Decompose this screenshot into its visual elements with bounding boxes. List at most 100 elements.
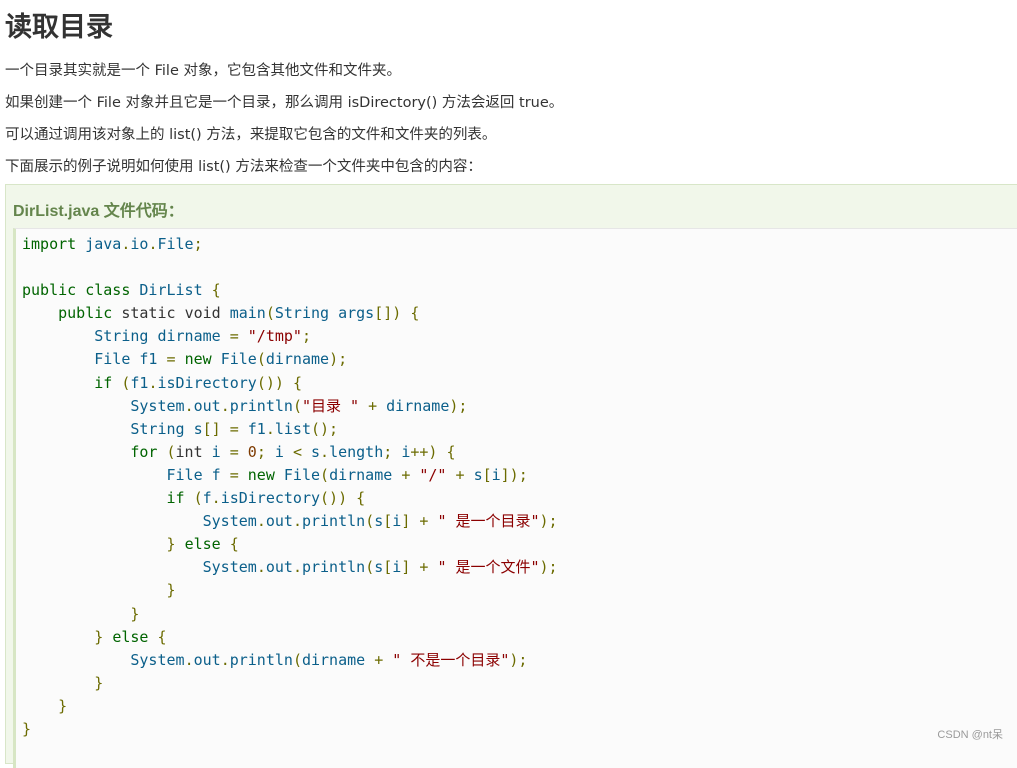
code-token: f1: [247, 419, 266, 438]
code-token: }: [166, 581, 176, 600]
code-token: File: [220, 350, 257, 369]
code-line: System.out.println(s[i] + " 是一个文件");: [22, 556, 558, 579]
code-token: .: [184, 650, 194, 669]
code-token: {: [157, 627, 167, 646]
code-token: else: [184, 535, 221, 554]
code-token: io: [130, 235, 149, 253]
code-token: dirname: [157, 327, 221, 346]
code-token: dirname: [265, 350, 330, 369]
intro-paragraph-1: 一个目录其实就是一个 File 对象，它包含其他文件和文件夹。: [5, 63, 401, 79]
code-token: .: [211, 489, 221, 508]
code-token: s: [311, 442, 321, 461]
code-token: i: [392, 512, 402, 531]
code-token: static: [121, 304, 176, 323]
code-token: System: [202, 512, 257, 531]
intro-paragraph-4: 下面展示的例子说明如何使用 list() 方法来检查一个文件夹中包含的内容：: [5, 159, 482, 175]
code-line: }: [22, 672, 558, 695]
code-token: File: [283, 465, 321, 484]
code-token: );: [449, 396, 468, 415]
example-box: DirList.java 文件代码： import java.io.File; …: [5, 184, 1017, 768]
code-token: ();: [311, 419, 339, 438]
code-token: ()): [320, 489, 348, 508]
code-token: " 是一个目录": [437, 512, 540, 531]
code-token: {: [211, 281, 221, 300]
code-token: s: [473, 465, 483, 484]
code-line: System.out.println("目录 " + dirname);: [22, 395, 558, 418]
code-token: public: [22, 281, 77, 300]
code-line: if (f.isDirectory()) {: [22, 487, 558, 510]
code-token: +: [455, 465, 465, 484]
code-token: if: [94, 373, 113, 392]
code-token: isDirectory: [220, 489, 321, 508]
code-token: ;: [193, 235, 203, 253]
code-line: String dirname = "/tmp";: [22, 325, 558, 348]
code-token: System: [130, 396, 185, 415]
code-token: File: [94, 350, 131, 369]
code-line: String s[] = f1.list();: [22, 418, 558, 441]
code-token: if: [166, 489, 185, 508]
code-token: println: [301, 558, 366, 577]
code-token: dirname: [329, 465, 393, 484]
code-token: <: [292, 442, 302, 461]
code-line: System.out.println(s[i] + " 是一个目录");: [22, 510, 558, 533]
code-token: s: [374, 512, 384, 531]
code-line: }: [22, 718, 558, 741]
code-token: f1: [130, 373, 149, 392]
code-token: .: [320, 442, 330, 461]
code-token: ++): [410, 442, 438, 461]
code-token: .: [256, 512, 266, 531]
code-token: .: [292, 558, 302, 577]
code-token: for: [130, 442, 158, 461]
code-line: import java.io.File;: [22, 233, 558, 256]
code-block[interactable]: import java.io.File; public class DirLis…: [13, 228, 1017, 768]
code-token: "/": [419, 465, 447, 484]
code-token: =: [229, 419, 239, 438]
code-token: "/tmp": [247, 327, 302, 346]
code-token: println: [229, 396, 293, 415]
code-token: .: [256, 558, 266, 577]
intro-paragraph-2: 如果创建一个 File 对象并且它是一个目录，那么调用 isDirectory(…: [5, 95, 564, 111]
code-token: }: [166, 535, 176, 554]
code-token: {: [446, 442, 456, 461]
code-token: {: [292, 373, 302, 392]
code-token: }: [94, 673, 104, 692]
code-token: .: [292, 512, 302, 531]
code-token: File: [166, 465, 203, 484]
code-line: File f1 = new File(dirname);: [22, 348, 558, 371]
code-line: File f = new File(dirname + "/" + s[i]);: [22, 464, 558, 487]
code-token: );: [539, 512, 558, 531]
code-token: out: [265, 512, 293, 531]
code-token: ]: [401, 512, 411, 531]
code-token: =: [229, 465, 239, 484]
code-token: println: [301, 512, 366, 531]
code-token: +: [401, 465, 411, 484]
code-token: DirList: [139, 281, 203, 300]
code-token: =: [229, 327, 239, 346]
code-token: [: [482, 465, 492, 484]
code-line: }: [22, 579, 558, 602]
code-token: }: [58, 696, 68, 715]
code-token: ]: [401, 558, 411, 577]
